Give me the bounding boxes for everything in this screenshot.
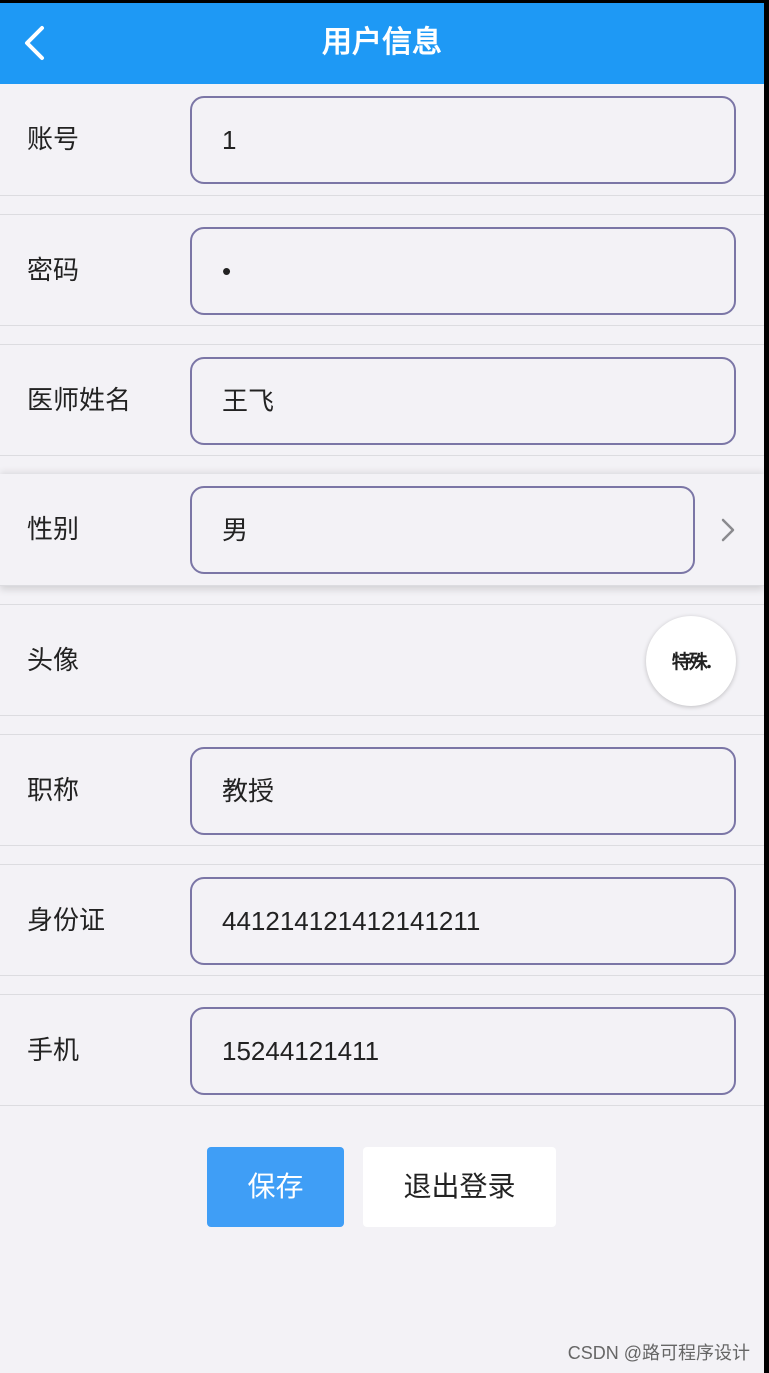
password-row: 密码 • [0, 214, 764, 326]
avatar-label: 头像 [27, 645, 80, 675]
id-card-input[interactable]: 441214121412141211 [190, 877, 736, 965]
phone-label: 手机 [27, 1035, 80, 1065]
chevron-right-icon [721, 518, 735, 542]
app-screen: 用户信息 账号 1 密码 • 医师姓名 王飞 性别 男 头像 特殊. 职称 教授… [0, 3, 764, 1373]
account-label: 账号 [27, 124, 80, 154]
gender-row[interactable]: 性别 男 [0, 474, 764, 586]
account-row: 账号 1 [0, 84, 764, 196]
id-card-label: 身份证 [27, 905, 106, 935]
avatar-row: 头像 特殊. [0, 604, 764, 716]
avatar-image-text: 特殊. [671, 651, 713, 673]
gender-select[interactable]: 男 [190, 486, 695, 574]
phone-input[interactable]: 15244121411 [190, 1007, 736, 1095]
doctor-name-label: 医师姓名 [27, 385, 132, 415]
title-row: 职称 教授 [0, 734, 764, 846]
avatar[interactable]: 特殊. [646, 616, 736, 706]
password-input[interactable]: • [190, 227, 736, 315]
page-title: 用户信息 [322, 26, 442, 59]
phone-row: 手机 15244121411 [0, 994, 764, 1106]
logout-button[interactable]: 退出登录 [363, 1147, 556, 1227]
save-button[interactable]: 保存 [207, 1147, 344, 1227]
gender-label: 性别 [27, 514, 80, 544]
doctor-name-row: 医师姓名 王飞 [0, 344, 764, 456]
account-input[interactable]: 1 [190, 96, 736, 184]
title-input[interactable]: 教授 [190, 747, 736, 835]
password-label: 密码 [27, 255, 80, 285]
id-card-row: 身份证 441214121412141211 [0, 864, 764, 976]
navbar: 用户信息 [0, 3, 764, 84]
watermark: CSDN @路可程序设计 [567, 1343, 750, 1363]
doctor-name-input[interactable]: 王飞 [190, 357, 736, 445]
title-label: 职称 [27, 775, 80, 805]
